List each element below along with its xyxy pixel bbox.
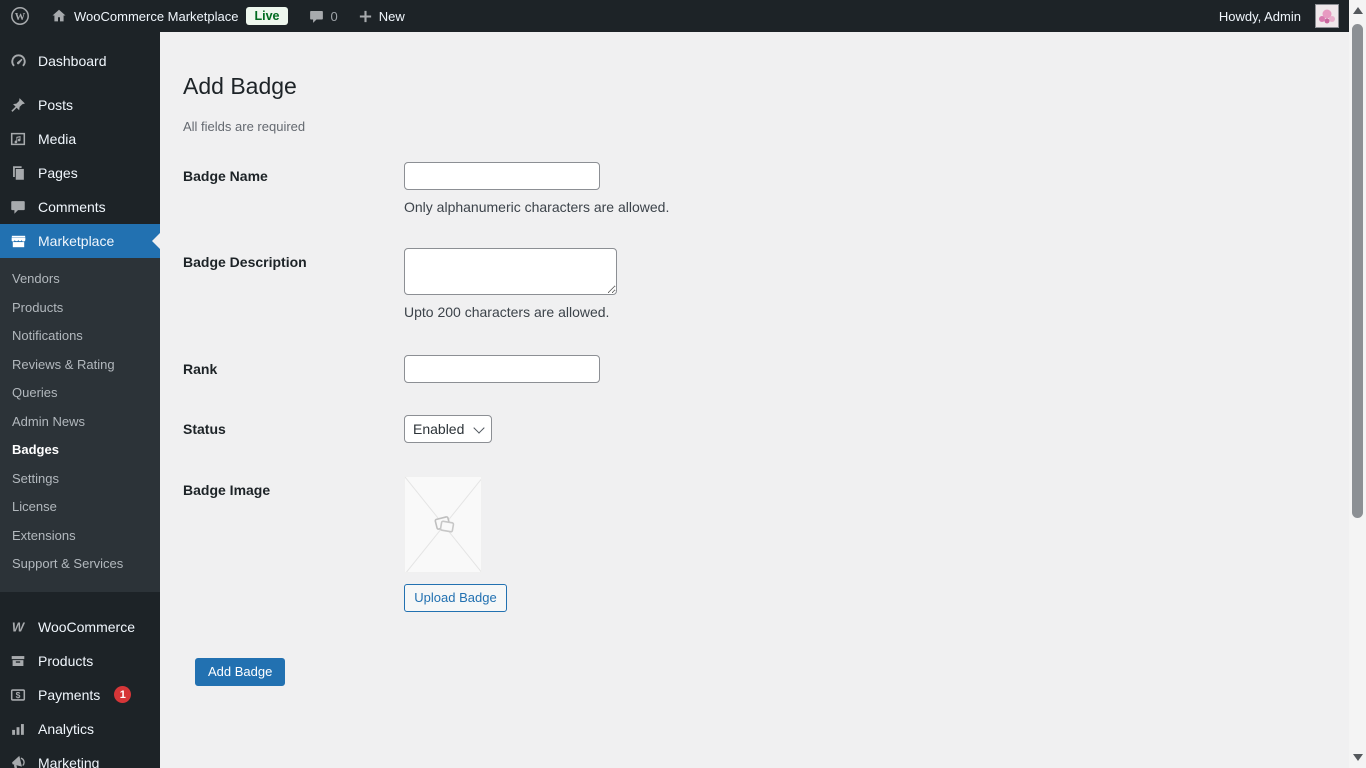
admin-sidebar: Dashboard Posts Media Pages Comments Mar… xyxy=(0,32,160,768)
sidebar-item-wc-products[interactable]: Products xyxy=(0,644,160,678)
plus-icon xyxy=(358,9,373,24)
bar-chart-icon xyxy=(8,720,28,738)
submenu-item-settings[interactable]: Settings xyxy=(0,465,160,494)
vertical-scrollbar[interactable] xyxy=(1349,0,1366,768)
woocommerce-icon: W xyxy=(8,617,28,637)
new-label: New xyxy=(378,8,405,24)
site-name-label: WooCommerce Marketplace xyxy=(74,8,239,24)
comments-moderation-link[interactable]: 0 xyxy=(298,0,348,32)
sidebar-item-label: Comments xyxy=(38,199,106,215)
new-content-button[interactable]: New xyxy=(348,0,415,32)
sidebar-item-marketing[interactable]: Marketing xyxy=(0,746,160,768)
submenu-item-reviews-rating[interactable]: Reviews & Rating xyxy=(0,351,160,380)
scroll-up-arrow-icon[interactable] xyxy=(1352,7,1363,14)
svg-text:$: $ xyxy=(16,690,21,700)
box-icon xyxy=(8,652,28,670)
sidebar-item-analytics[interactable]: Analytics xyxy=(0,712,160,746)
broken-image-icon xyxy=(434,515,455,533)
submenu-item-queries[interactable]: Queries xyxy=(0,379,160,408)
sidebar-item-label: Products xyxy=(38,652,94,669)
page-title: Add Badge xyxy=(183,73,297,99)
sidebar-item-posts[interactable]: Posts xyxy=(0,88,160,122)
site-name-link[interactable]: WooCommerce Marketplace Live xyxy=(40,0,298,32)
megaphone-icon xyxy=(8,753,28,768)
badge-image-row: Badge Image Upload Badge xyxy=(183,475,1326,612)
sidebar-item-label: Posts xyxy=(38,97,74,113)
sidebar-item-label: Marketing xyxy=(38,754,100,768)
badge-name-row: Badge Name Only alphanumeric characters … xyxy=(183,161,1326,215)
comments-icon xyxy=(8,198,28,216)
svg-text:W: W xyxy=(15,12,26,23)
menu-separator xyxy=(0,592,160,610)
comment-bubble-icon xyxy=(308,8,325,25)
sidebar-item-payments[interactable]: $ Payments 1 xyxy=(0,678,160,712)
rank-input[interactable] xyxy=(404,354,600,383)
live-status-badge: Live xyxy=(246,7,288,25)
sidebar-item-label: Pages xyxy=(38,165,78,181)
account-menu[interactable]: Howdy, Admin xyxy=(1209,0,1339,32)
upload-badge-button[interactable]: Upload Badge xyxy=(404,583,507,612)
page-subtitle: All fields are required xyxy=(183,118,306,134)
home-icon xyxy=(50,7,68,25)
store-icon xyxy=(8,232,28,251)
sidebar-item-label: WooCommerce xyxy=(38,618,135,635)
sidebar-item-label: Analytics xyxy=(38,720,95,737)
scroll-down-arrow-icon[interactable] xyxy=(1352,754,1363,761)
badge-image-label: Badge Image xyxy=(183,481,271,498)
howdy-text: Howdy, Admin xyxy=(1218,8,1301,24)
badge-image-preview xyxy=(404,475,482,573)
sidebar-item-dashboard[interactable]: Dashboard xyxy=(0,44,160,78)
add-badge-form: Badge Name Only alphanumeric characters … xyxy=(183,161,1326,686)
pages-icon xyxy=(8,164,28,182)
wordpress-menu-button[interactable]: W xyxy=(0,0,40,32)
dashboard-gauge-icon xyxy=(8,52,28,71)
rank-label: Rank xyxy=(183,360,218,377)
scrollbar-thumb[interactable] xyxy=(1352,24,1363,518)
badge-description-textarea[interactable] xyxy=(404,247,617,295)
sidebar-item-marketplace[interactable]: Marketplace xyxy=(0,224,160,258)
sidebar-item-media[interactable]: Media xyxy=(0,122,160,156)
sidebar-item-label: Payments xyxy=(38,686,101,703)
submenu-item-vendors[interactable]: Vendors xyxy=(0,265,160,294)
main-content: Add Badge All fields are required Badge … xyxy=(160,32,1366,768)
sidebar-item-label: Dashboard xyxy=(38,53,107,69)
submenu-item-products[interactable]: Products xyxy=(0,294,160,323)
rank-row: Rank xyxy=(183,354,1326,383)
badge-description-row: Badge Description Upto 200 characters ar… xyxy=(183,247,1326,320)
status-select[interactable]: Enabled xyxy=(404,414,492,443)
svg-text:W: W xyxy=(12,619,26,634)
payments-notification-badge: 1 xyxy=(114,686,132,703)
status-row: Status Enabled xyxy=(183,414,1326,443)
badge-description-hint: Upto 200 characters are allowed. xyxy=(404,303,610,320)
badge-description-label: Badge Description xyxy=(183,253,307,270)
sidebar-item-comments[interactable]: Comments xyxy=(0,190,160,224)
submenu-item-badges[interactable]: Badges xyxy=(0,436,160,465)
submenu-item-license[interactable]: License xyxy=(0,493,160,522)
sidebar-item-woocommerce[interactable]: W WooCommerce xyxy=(0,610,160,644)
submenu-item-notifications[interactable]: Notifications xyxy=(0,322,160,351)
submenu-item-support-services[interactable]: Support & Services xyxy=(0,550,160,579)
comment-count: 0 xyxy=(330,8,338,24)
media-icon xyxy=(8,130,28,148)
badge-name-input[interactable] xyxy=(404,161,600,190)
dollar-icon: $ xyxy=(8,686,28,704)
admin-bar: W WooCommerce Marketplace Live 0 New How… xyxy=(0,0,1366,32)
badge-name-label: Badge Name xyxy=(183,167,268,184)
submenu-item-extensions[interactable]: Extensions xyxy=(0,522,160,551)
badge-name-hint: Only alphanumeric characters are allowed… xyxy=(404,198,670,215)
menu-separator xyxy=(0,78,160,88)
marketplace-submenu: Vendors Products Notifications Reviews &… xyxy=(0,258,160,592)
avatar xyxy=(1315,4,1339,28)
sidebar-item-label: Media xyxy=(38,131,77,147)
sidebar-item-pages[interactable]: Pages xyxy=(0,156,160,190)
add-badge-submit-button[interactable]: Add Badge xyxy=(195,657,286,686)
sidebar-item-label: Marketplace xyxy=(38,233,115,249)
submenu-item-admin-news[interactable]: Admin News xyxy=(0,408,160,437)
pushpin-icon xyxy=(8,96,28,114)
status-label: Status xyxy=(183,420,226,437)
wordpress-logo-icon: W xyxy=(10,6,30,26)
